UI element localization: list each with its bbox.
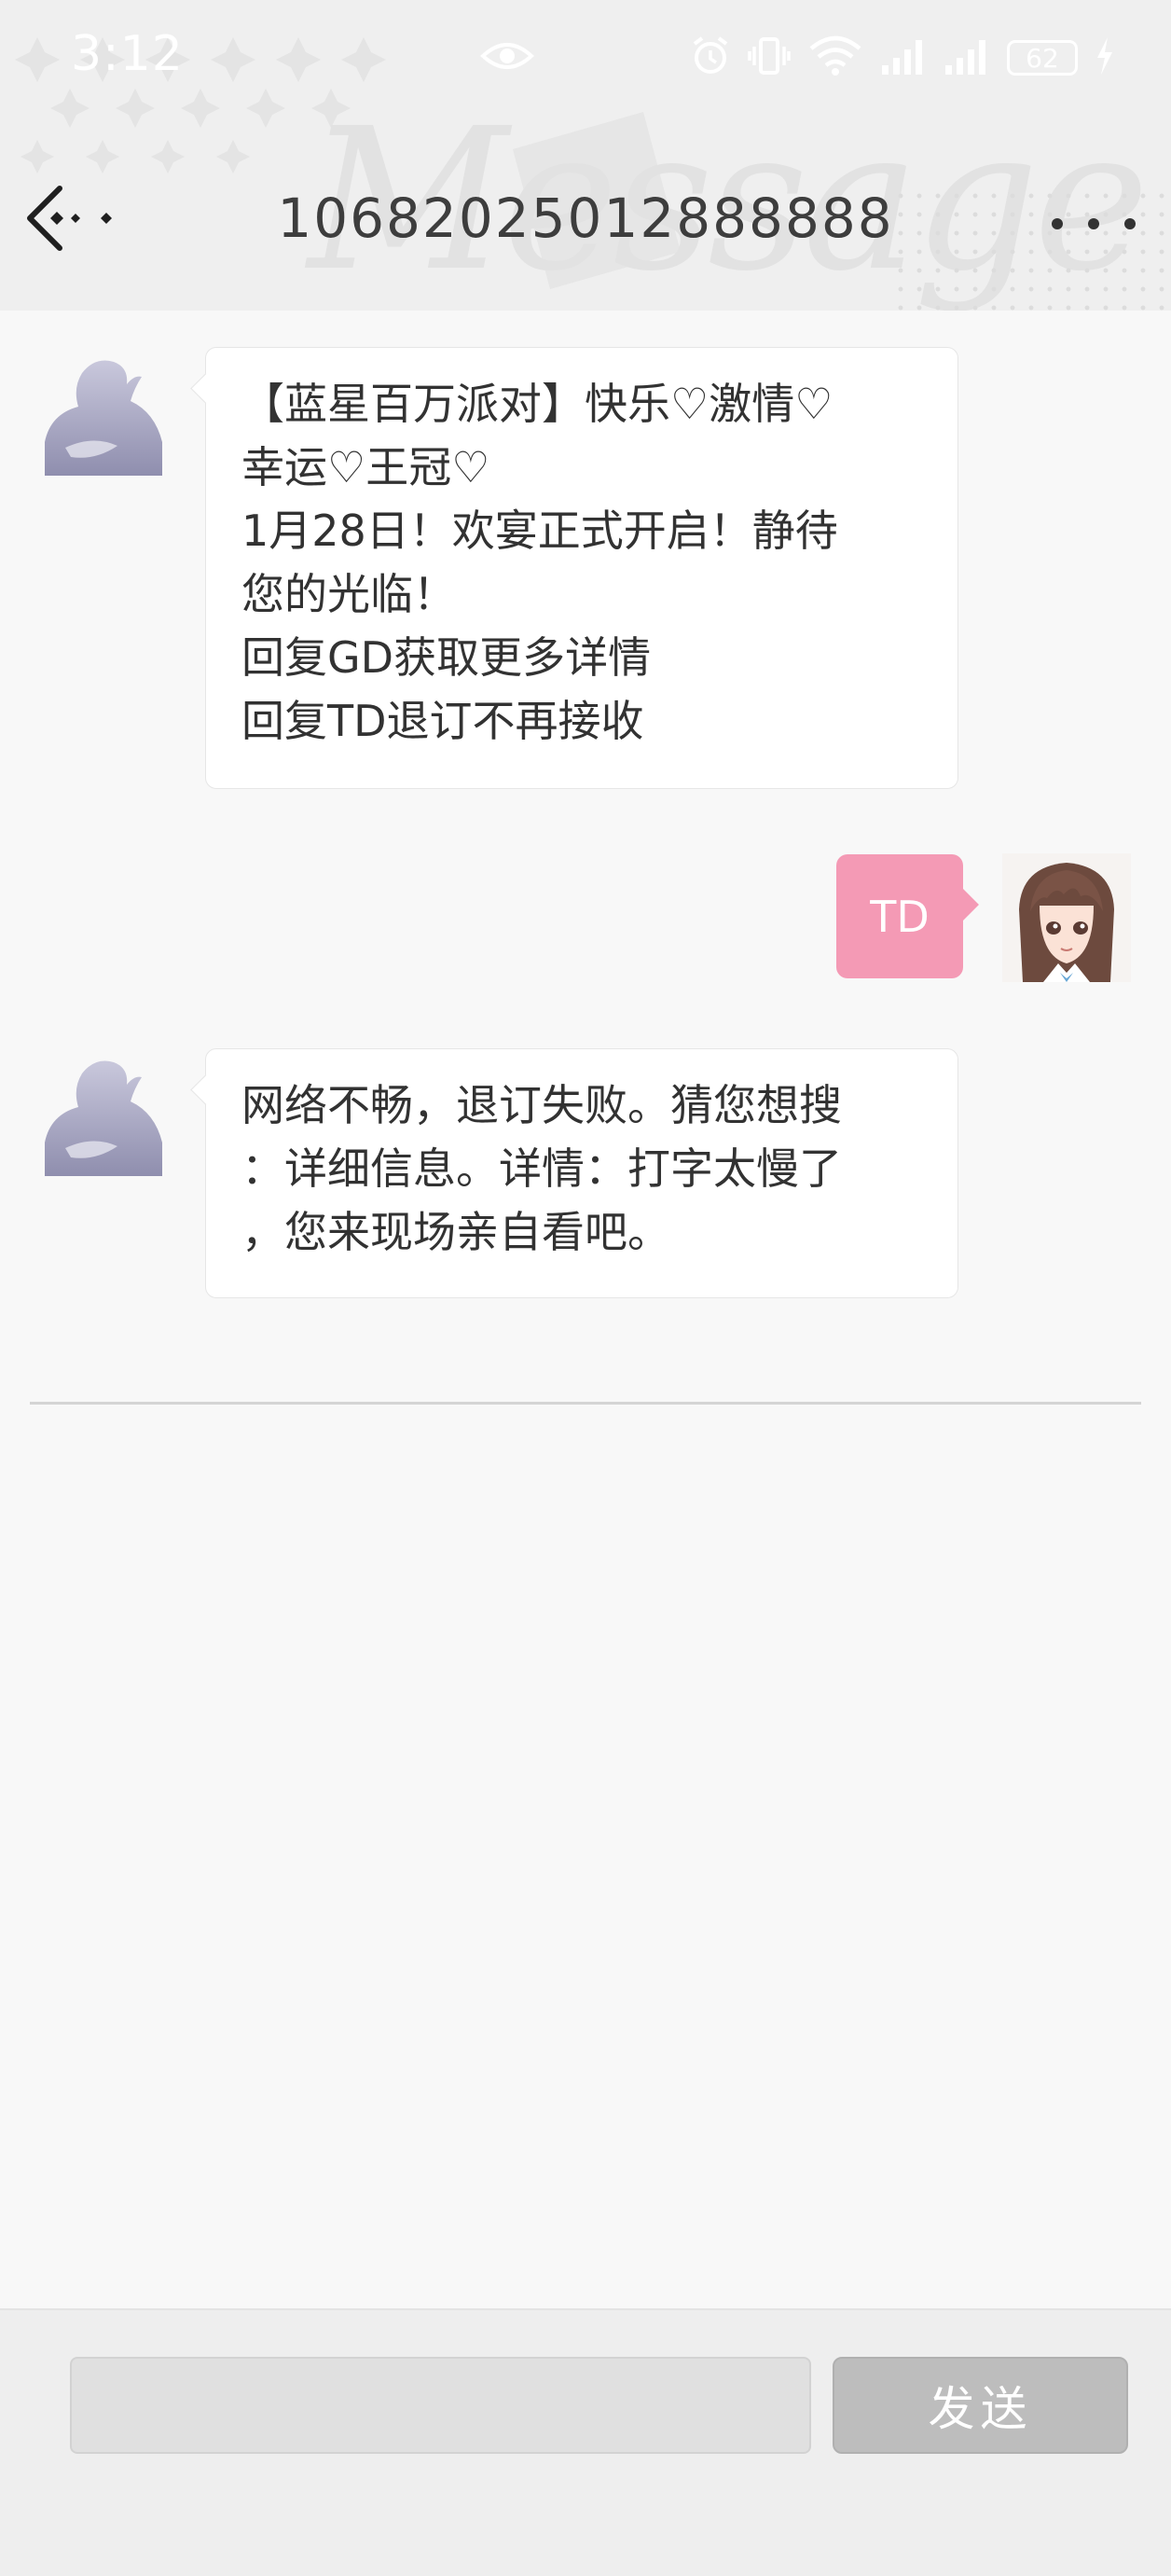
alarm-icon bbox=[690, 35, 731, 80]
conversation-title: 10682025012888888 bbox=[277, 187, 894, 250]
app-header: Message 3:12 62 10682025012888888 bbox=[0, 0, 1171, 311]
send-button[interactable]: 发送 bbox=[833, 2357, 1128, 2454]
message-line: 您的光临！ bbox=[241, 569, 456, 619]
conversation-divider bbox=[30, 1402, 1141, 1405]
charging-icon bbox=[1095, 35, 1115, 80]
vibrate-icon bbox=[748, 35, 791, 80]
message-line: 网络不畅，退订失败。猜您想搜 bbox=[241, 1080, 842, 1130]
sender-avatar[interactable] bbox=[37, 1057, 168, 1178]
message-text: TD bbox=[870, 891, 930, 942]
message-bubble-outgoing: TD bbox=[836, 854, 963, 978]
more-dots-icon bbox=[1052, 218, 1063, 229]
message-line: 回复TD退订不再接收 bbox=[241, 696, 644, 746]
message-line: 幸运♡王冠♡ bbox=[241, 442, 490, 492]
signal-icon bbox=[880, 37, 927, 78]
battery-icon: 62 bbox=[1007, 40, 1078, 76]
message-line: 回复GD获取更多详情 bbox=[241, 632, 652, 683]
message-input[interactable] bbox=[70, 2357, 811, 2454]
composer-bar: 发送 bbox=[0, 2308, 1171, 2576]
more-options-button[interactable] bbox=[1052, 196, 1136, 252]
status-time: 3:12 bbox=[71, 26, 184, 82]
message-bubble-incoming: 【蓝星百万派对】快乐♡激情♡ 幸运♡王冠♡ 1月28日！欢宴正式开启！静待 您的… bbox=[205, 347, 958, 789]
user-avatar[interactable] bbox=[1002, 853, 1131, 982]
message-line: ，您来现场亲自看吧。 bbox=[241, 1207, 670, 1257]
sender-avatar[interactable] bbox=[37, 356, 168, 478]
message-bubble-incoming: 网络不畅，退订失败。猜您想搜 ：详细信息。详情：打字太慢了 ，您来现场亲自看吧。 bbox=[205, 1048, 958, 1298]
message-line: ：详细信息。详情：打字太慢了 bbox=[241, 1143, 842, 1194]
wifi-icon bbox=[807, 35, 863, 80]
more-dots-icon bbox=[1124, 218, 1136, 229]
status-icons: 62 bbox=[690, 35, 1115, 80]
message-line: 【蓝星百万派对】快乐♡激情♡ bbox=[241, 379, 833, 429]
message-line: 1月28日！欢宴正式开启！静待 bbox=[241, 506, 838, 556]
signal-icon bbox=[944, 37, 990, 78]
more-dots-icon bbox=[1088, 218, 1099, 229]
eye-icon bbox=[480, 39, 534, 76]
battery-level: 62 bbox=[1026, 42, 1059, 74]
